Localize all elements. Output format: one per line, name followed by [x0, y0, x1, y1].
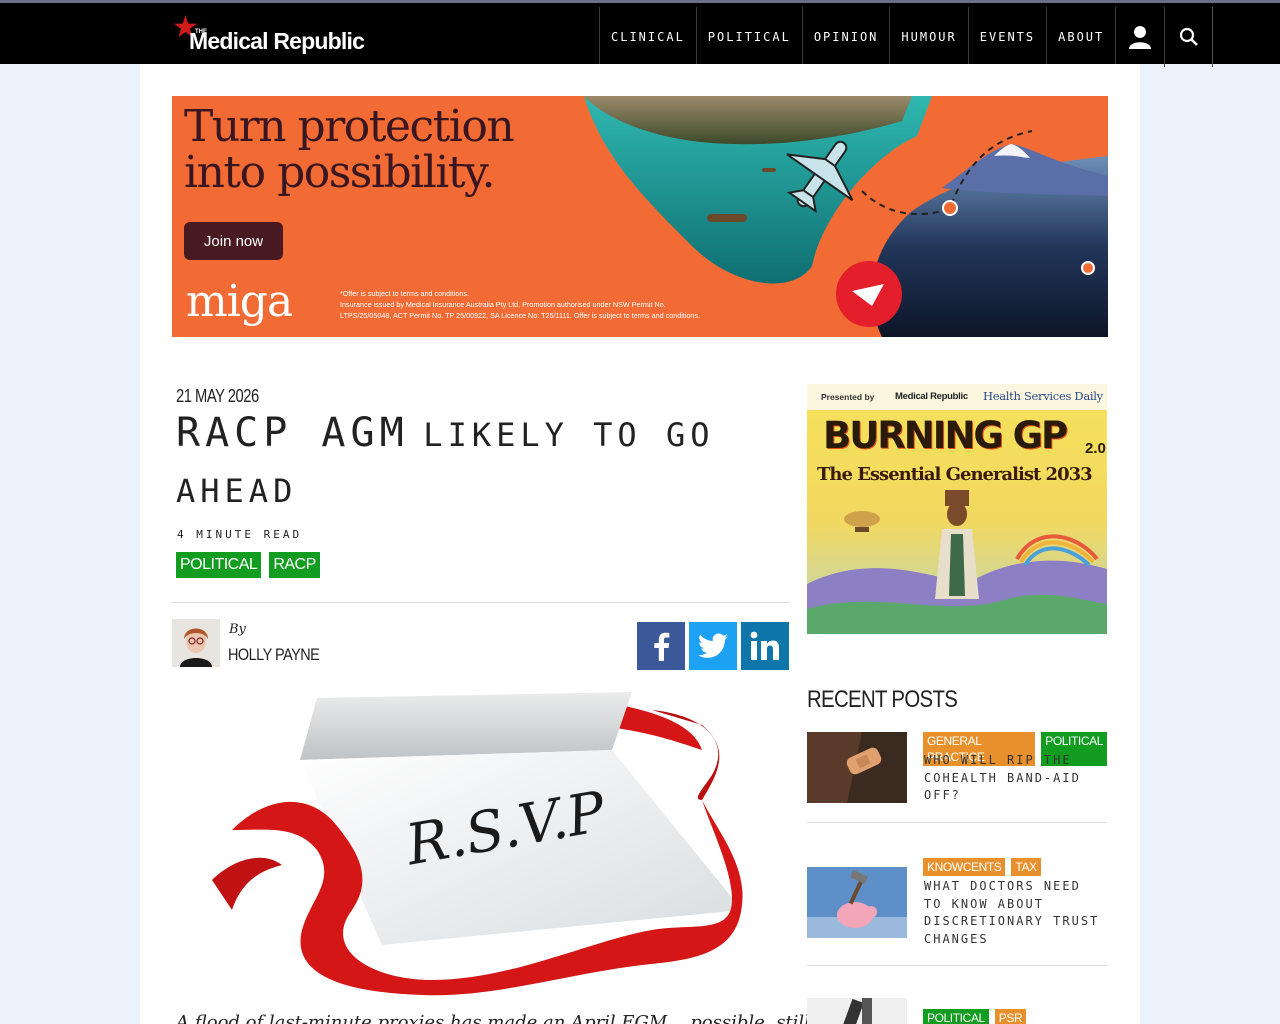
nav-about[interactable]: ABOUT: [1047, 7, 1117, 67]
banner-ad[interactable]: Turn protection into possibility. Join n…: [172, 96, 1108, 337]
fine-print-line1: *Offer is subject to terms and condition…: [340, 289, 469, 298]
tag-political[interactable]: POLITICAL: [176, 552, 262, 578]
side-ad-subtitle: The Essential Generalist 2033: [817, 464, 1093, 485]
share-linkedin-button[interactable]: [741, 622, 789, 670]
microscope-image: [807, 998, 907, 1024]
twitter-icon: [698, 633, 728, 658]
site-header: ★ THE Medical Republic CLINICAL POLITICA…: [0, 0, 1280, 67]
miga-logo: miga: [186, 276, 293, 327]
tag-racp[interactable]: RACP: [269, 552, 320, 578]
post-tags: KNOWCENTS TAX: [923, 858, 1041, 876]
facebook-icon: [654, 632, 670, 661]
nav-clinical[interactable]: CLINICAL: [600, 7, 697, 67]
banner-headline-line1: Turn protection: [184, 101, 515, 152]
read-time: 4 MINUTE READ: [177, 528, 303, 541]
side-ad-version: 2.0: [1085, 440, 1106, 457]
banner-fine-print: *Offer is subject to terms and condition…: [340, 288, 800, 321]
tag-tax[interactable]: TAX: [1011, 858, 1041, 876]
side-ad-brand-1: Medical Republic: [895, 391, 968, 402]
author-name[interactable]: HOLLY PAYNE: [228, 645, 320, 665]
main-nav: CLINICAL POLITICAL OPINION HUMOUR EVENTS…: [599, 7, 1214, 67]
recent-post: KNOWCENTS TAX What doctors need to know …: [807, 858, 1107, 966]
article-title-main: RACP AGM: [176, 410, 409, 456]
share-twitter-button[interactable]: [689, 622, 737, 670]
post-divider: [807, 965, 1107, 966]
rsvp-card-image: R.S.V.P: [212, 692, 743, 996]
article-title: RACP AGM likely to go ahead: [176, 408, 776, 522]
linkedin-icon: [750, 631, 779, 660]
recent-post: GENERAL PRACTICE POLITICAL Who will rip …: [807, 732, 1107, 824]
article-teaser: A flood of last-minute proxies has made …: [176, 1012, 865, 1024]
side-ad-brand-2: Health Services Daily: [983, 389, 1103, 403]
post-tags: POLITICAL PSR: [923, 1009, 1027, 1024]
side-ad-title: BURNING GP: [823, 414, 1068, 457]
nav-events[interactable]: EVENTS: [969, 7, 1048, 67]
post-title[interactable]: What doctors need to know about discreti…: [924, 878, 1104, 948]
presented-by: Presented by: [821, 392, 875, 402]
search-button[interactable]: [1165, 7, 1214, 67]
banner-headline-line2: into possibility.: [184, 147, 496, 198]
post-thumbnail[interactable]: [807, 998, 907, 1024]
post-title[interactable]: Who will rip the Cohealth band-aid off?: [924, 752, 1104, 805]
author-avatar[interactable]: [172, 619, 220, 667]
piggy-bank-image: [807, 867, 907, 938]
article-tags: POLITICAL RACP: [176, 552, 320, 578]
fine-print-line3: LTPS/25/05048, ACT Permit No. TP 25/0092…: [340, 311, 700, 320]
post-thumbnail[interactable]: [807, 732, 907, 803]
account-button[interactable]: [1116, 7, 1166, 67]
article-hero-image: R.S.V.P: [172, 680, 790, 1000]
join-now-button[interactable]: Join now: [184, 222, 283, 260]
tag-psr[interactable]: PSR: [994, 1009, 1027, 1024]
banner-headline: Turn protection into possibility.: [184, 101, 515, 198]
post-thumbnail[interactable]: [807, 867, 907, 938]
recent-post: POLITICAL PSR: [807, 998, 1107, 1024]
user-icon: [1129, 26, 1152, 49]
avatar-image: [172, 619, 220, 667]
logo-text: Medical Republic: [189, 28, 365, 54]
tag-political[interactable]: POLITICAL: [923, 1009, 989, 1024]
search-icon: [1179, 27, 1198, 46]
nav-opinion[interactable]: OPINION: [803, 7, 891, 67]
nav-humour[interactable]: HUMOUR: [890, 7, 969, 67]
post-divider: [807, 822, 1107, 823]
divider: [172, 602, 790, 603]
share-facebook-button[interactable]: [637, 622, 685, 670]
recent-posts-heading: RECENT POSTS: [807, 686, 958, 713]
by-label: By: [229, 622, 246, 637]
fine-print-line2: Insurance issued by Medical Insurance Au…: [340, 300, 666, 309]
band-aid-image: [807, 732, 907, 803]
burning-gp-ad[interactable]: Presented by Medical Republic Health Ser…: [807, 384, 1107, 634]
tag-knowcents[interactable]: KNOWCENTS: [923, 858, 1006, 876]
article-date: 21 MAY 2026: [176, 386, 259, 406]
nav-political[interactable]: POLITICAL: [697, 7, 803, 67]
